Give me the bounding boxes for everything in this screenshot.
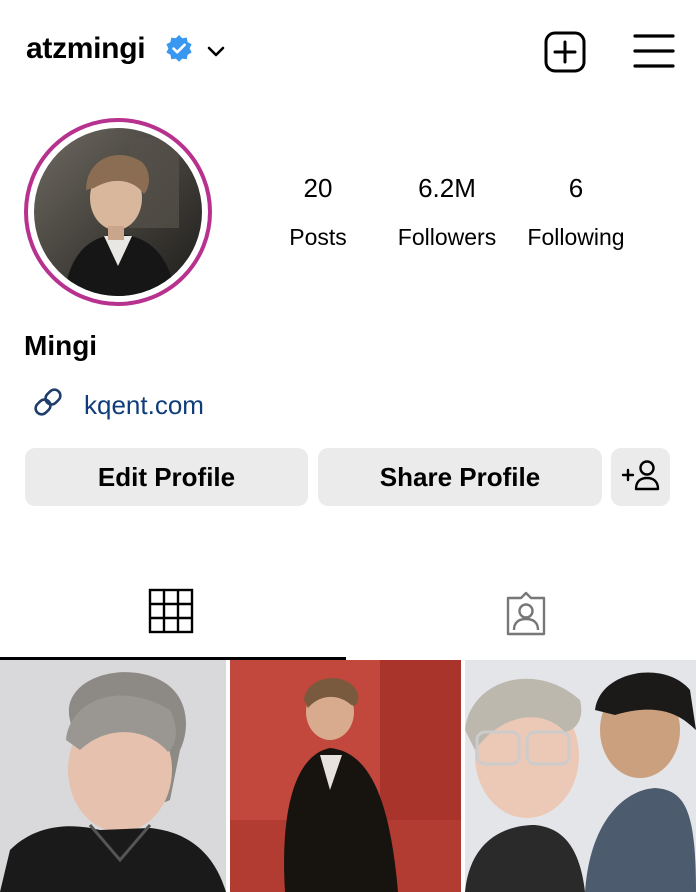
following-count-value: 6 xyxy=(568,173,584,203)
username[interactable]: atzmingi xyxy=(26,32,146,66)
tagged-person-icon xyxy=(506,591,546,636)
followers-count-label: Followers xyxy=(397,224,497,250)
post-thumbnail[interactable] xyxy=(0,660,226,892)
link-icon xyxy=(34,388,62,416)
profile-tabs xyxy=(0,570,696,660)
following-count-label: Following xyxy=(527,224,625,250)
share-profile-button[interactable]: Share Profile xyxy=(318,448,602,506)
posts-count[interactable]: 20 Posts xyxy=(253,172,383,252)
avatar[interactable] xyxy=(34,128,202,296)
display-name: Mingi xyxy=(24,330,98,361)
top-bar: atzmingi xyxy=(0,0,696,100)
tab-posts-grid[interactable] xyxy=(0,570,348,660)
verified-badge-icon xyxy=(166,35,192,62)
post-thumbnail[interactable] xyxy=(230,660,461,892)
posts-count-label: Posts xyxy=(289,224,347,250)
chevron-down-icon[interactable] xyxy=(205,40,227,62)
followers-count[interactable]: 6.2M Followers xyxy=(382,172,512,252)
posts-grid xyxy=(0,660,696,892)
plus-square-icon[interactable] xyxy=(543,30,587,74)
grid-icon xyxy=(148,588,194,634)
story-ring[interactable] xyxy=(24,118,212,306)
edit-profile-button[interactable]: Edit Profile xyxy=(25,448,308,506)
post-thumbnail[interactable] xyxy=(465,660,696,892)
hamburger-menu-icon[interactable] xyxy=(633,32,675,70)
posts-count-value: 20 xyxy=(303,173,333,203)
following-count[interactable]: 6 Following xyxy=(511,172,641,252)
discover-people-button[interactable] xyxy=(611,448,670,506)
add-person-icon xyxy=(621,460,659,491)
tab-tagged[interactable] xyxy=(348,570,696,660)
followers-count-value: 6.2M xyxy=(418,173,476,203)
website-link[interactable]: kqent.com xyxy=(84,390,204,421)
